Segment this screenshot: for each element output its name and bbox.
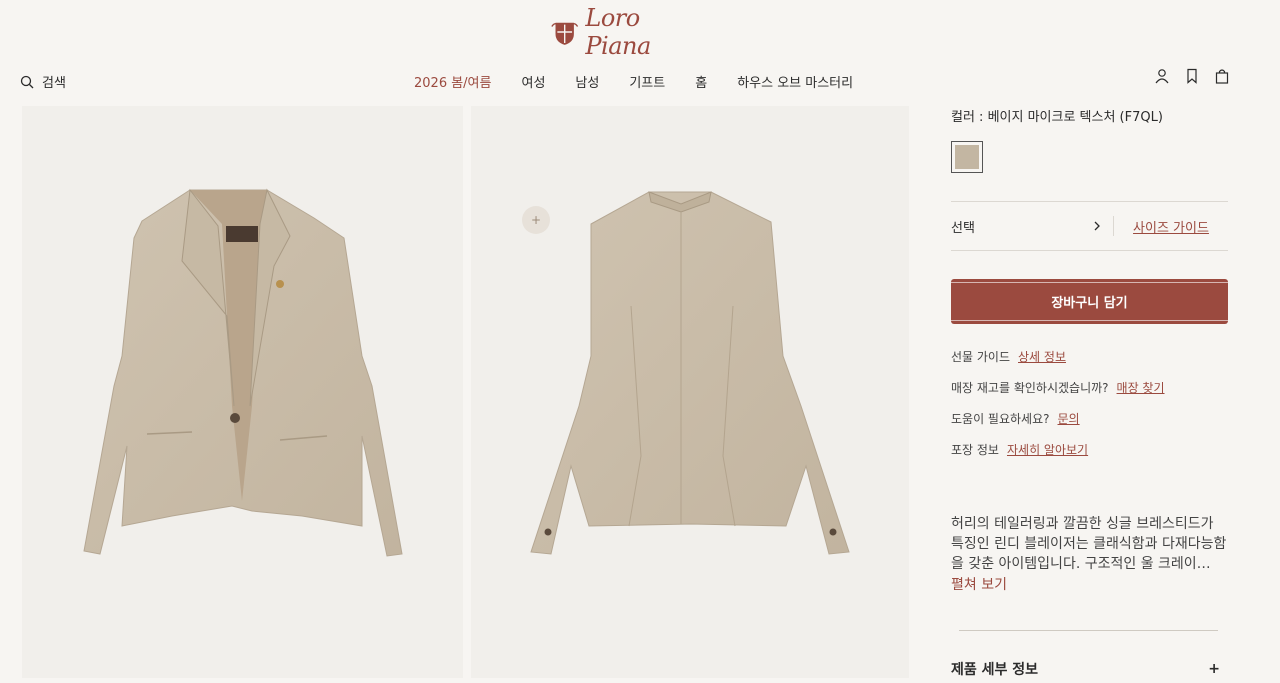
nav-item-ss26[interactable]: 2026 봄/여름: [414, 72, 491, 91]
jacket-front-image: [83, 188, 403, 557]
nav-item-house-of-mastery[interactable]: 하우스 오브 마스터리: [737, 72, 853, 91]
contact-link[interactable]: 문의: [1058, 410, 1080, 441]
product-description: 허리의 테일러링과 깔끔한 싱글 브레스티드가 특징인 린디 블레이저는 클래식…: [951, 516, 1227, 572]
info-list: 선물 가이드 상세 정보 매장 재고를 확인하시겠습니까? 매장 찾기 도움이 …: [951, 348, 1228, 472]
size-select-label: 선택: [951, 220, 975, 236]
info-row-packaging: 포장 정보 자세히 알아보기: [951, 441, 1228, 472]
brand-name: Loro Piana: [585, 4, 651, 60]
size-select[interactable]: 선택: [951, 217, 1113, 236]
find-store-link[interactable]: 매장 찾기: [1117, 379, 1165, 410]
crest-icon: [551, 22, 579, 45]
gift-guide-link[interactable]: 상세 정보: [1018, 348, 1066, 379]
main-nav: 2026 봄/여름 여성 남성 기프트 홈 하우스 오브 마스터리: [414, 72, 853, 91]
chevron-right-icon: [1094, 221, 1100, 231]
search-icon: [20, 75, 34, 88]
product-image-back[interactable]: [471, 106, 909, 678]
info-label: 포장 정보: [951, 443, 999, 457]
search-button[interactable]: 검색: [20, 72, 66, 91]
divider: [959, 630, 1218, 631]
nav-item-home[interactable]: 홈: [695, 72, 707, 91]
info-row-help: 도움이 필요하세요? 문의: [951, 410, 1228, 441]
jacket-back-image: [530, 191, 850, 555]
product-image-front[interactable]: [22, 106, 463, 678]
info-label: 선물 가이드: [951, 350, 1011, 364]
search-label: 검색: [42, 76, 66, 91]
packaging-link[interactable]: 자세히 알아보기: [1007, 441, 1088, 472]
product-panel: 컬러 : 베이지 마이크로 텍스처 (F7QL) 선택 사이즈 가이드 장바구니…: [951, 100, 1228, 679]
header-icons: [1154, 68, 1230, 84]
size-select-row: 선택 사이즈 가이드: [951, 201, 1228, 251]
size-guide-link[interactable]: 사이즈 가이드: [1114, 217, 1228, 236]
product-details-toggle[interactable]: 제품 세부 정보 +: [951, 659, 1228, 679]
nav-item-gifts[interactable]: 기프트: [629, 72, 665, 91]
info-label: 도움이 필요하세요?: [951, 412, 1050, 426]
color-label: 컬러 : 베이지 마이크로 텍스처 (F7QL): [951, 110, 1163, 125]
info-row-store-stock: 매장 재고를 확인하시겠습니까? 매장 찾기: [951, 379, 1228, 410]
color-swatch-beige[interactable]: [951, 141, 983, 173]
read-more-link[interactable]: 펼쳐 보기: [951, 574, 1228, 594]
plus-icon: +: [1208, 661, 1220, 677]
brand-logo[interactable]: Loro Piana: [550, 4, 702, 60]
swatch-fill: [955, 145, 979, 169]
shopping-bag-icon[interactable]: [1214, 68, 1230, 84]
nav-item-men[interactable]: 남성: [575, 72, 599, 91]
bookmark-icon[interactable]: [1184, 68, 1200, 84]
info-label: 매장 재고를 확인하시겠습니까?: [951, 381, 1109, 395]
add-to-cart-button[interactable]: 장바구니 담기: [951, 279, 1228, 324]
zoom-button[interactable]: +: [522, 206, 550, 234]
product-details-label: 제품 세부 정보: [951, 662, 1039, 678]
user-icon[interactable]: [1154, 68, 1170, 84]
info-row-gift-guide: 선물 가이드 상세 정보: [951, 348, 1228, 379]
nav-item-women[interactable]: 여성: [521, 72, 545, 91]
